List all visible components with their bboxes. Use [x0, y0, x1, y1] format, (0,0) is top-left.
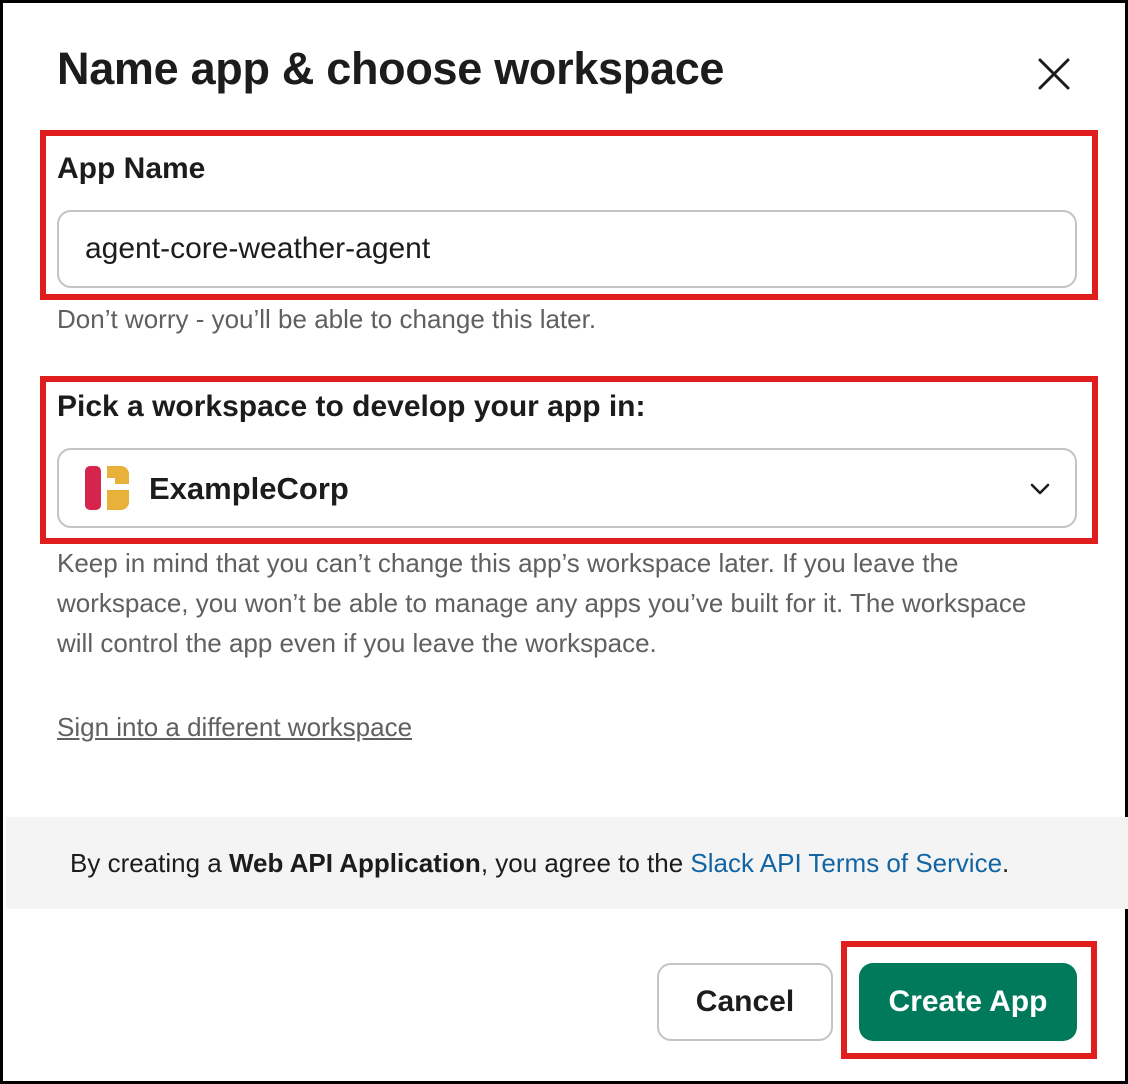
- app-name-label: App Name: [57, 152, 206, 185]
- create-app-button[interactable]: Create App: [859, 963, 1077, 1041]
- workspace-label: Pick a workspace to develop your app in:: [57, 390, 646, 423]
- terms-text: By creating a Web API Application, you a…: [70, 843, 1009, 883]
- terms-of-service-link[interactable]: Slack API Terms of Service: [690, 848, 1002, 878]
- workspace-selected-value: ExampleCorp: [149, 471, 349, 506]
- app-name-hint: Don’t worry - you’ll be able to change t…: [57, 304, 597, 334]
- terms-middle: , you agree to the: [480, 848, 691, 878]
- workspace-select[interactable]: ExampleCorp: [57, 448, 1077, 528]
- chevron-down-icon: [1030, 483, 1050, 495]
- sign-into-different-workspace-link[interactable]: Sign into a different workspace: [57, 707, 412, 747]
- workspace-logo-icon: [85, 466, 129, 510]
- close-button[interactable]: [1025, 45, 1083, 103]
- terms-prefix: By creating a: [70, 848, 229, 878]
- cancel-button[interactable]: Cancel: [657, 963, 833, 1041]
- app-name-input[interactable]: [57, 210, 1077, 288]
- create-app-dialog: Name app & choose workspace App Name Don…: [0, 0, 1128, 1084]
- terms-app-type: Web API Application: [228, 848, 481, 878]
- close-icon: [1038, 58, 1070, 90]
- terms-suffix: .: [1002, 848, 1010, 878]
- workspace-hint: Keep in mind that you can’t change this …: [57, 548, 1027, 658]
- dialog-title: Name app & choose workspace: [57, 43, 725, 94]
